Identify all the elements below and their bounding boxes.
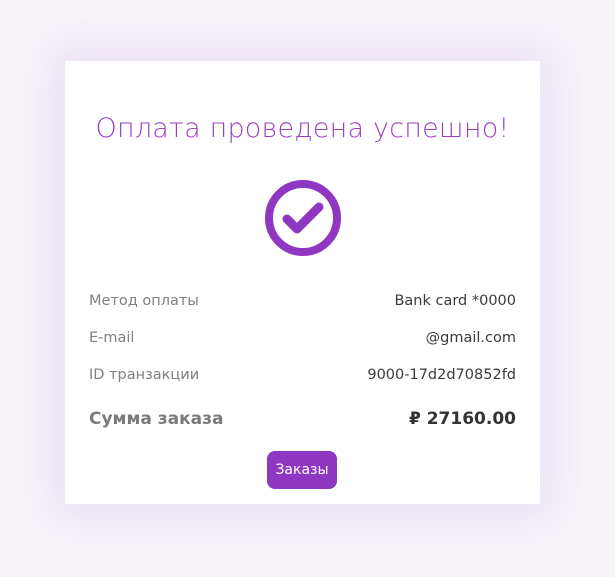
email-row: E-mail @gmail.com bbox=[89, 327, 516, 349]
order-total-label: Сумма заказа bbox=[89, 409, 224, 429]
order-total-row: Сумма заказа ₽ 27160.00 bbox=[89, 406, 516, 432]
page-title: Оплата проведена успешно! bbox=[95, 113, 510, 144]
order-total-value: ₽ 27160.00 bbox=[408, 409, 516, 429]
payment-method-value: Bank card *0000 bbox=[394, 293, 516, 309]
check-circle-icon bbox=[265, 180, 341, 256]
transaction-id-row: ID транзакции 9000-17d2d70852fd bbox=[89, 364, 516, 386]
orders-button[interactable]: Заказы bbox=[267, 451, 337, 489]
payment-success-card: Оплата проведена успешно! Метод оплаты B… bbox=[65, 61, 540, 504]
email-label: E-mail bbox=[89, 330, 135, 346]
payment-method-label: Метод оплаты bbox=[89, 293, 199, 309]
transaction-id-label: ID транзакции bbox=[89, 367, 200, 383]
transaction-id-value: 9000-17d2d70852fd bbox=[367, 367, 516, 383]
email-value: @gmail.com bbox=[425, 330, 516, 346]
payment-method-row: Метод оплаты Bank card *0000 bbox=[89, 290, 516, 312]
